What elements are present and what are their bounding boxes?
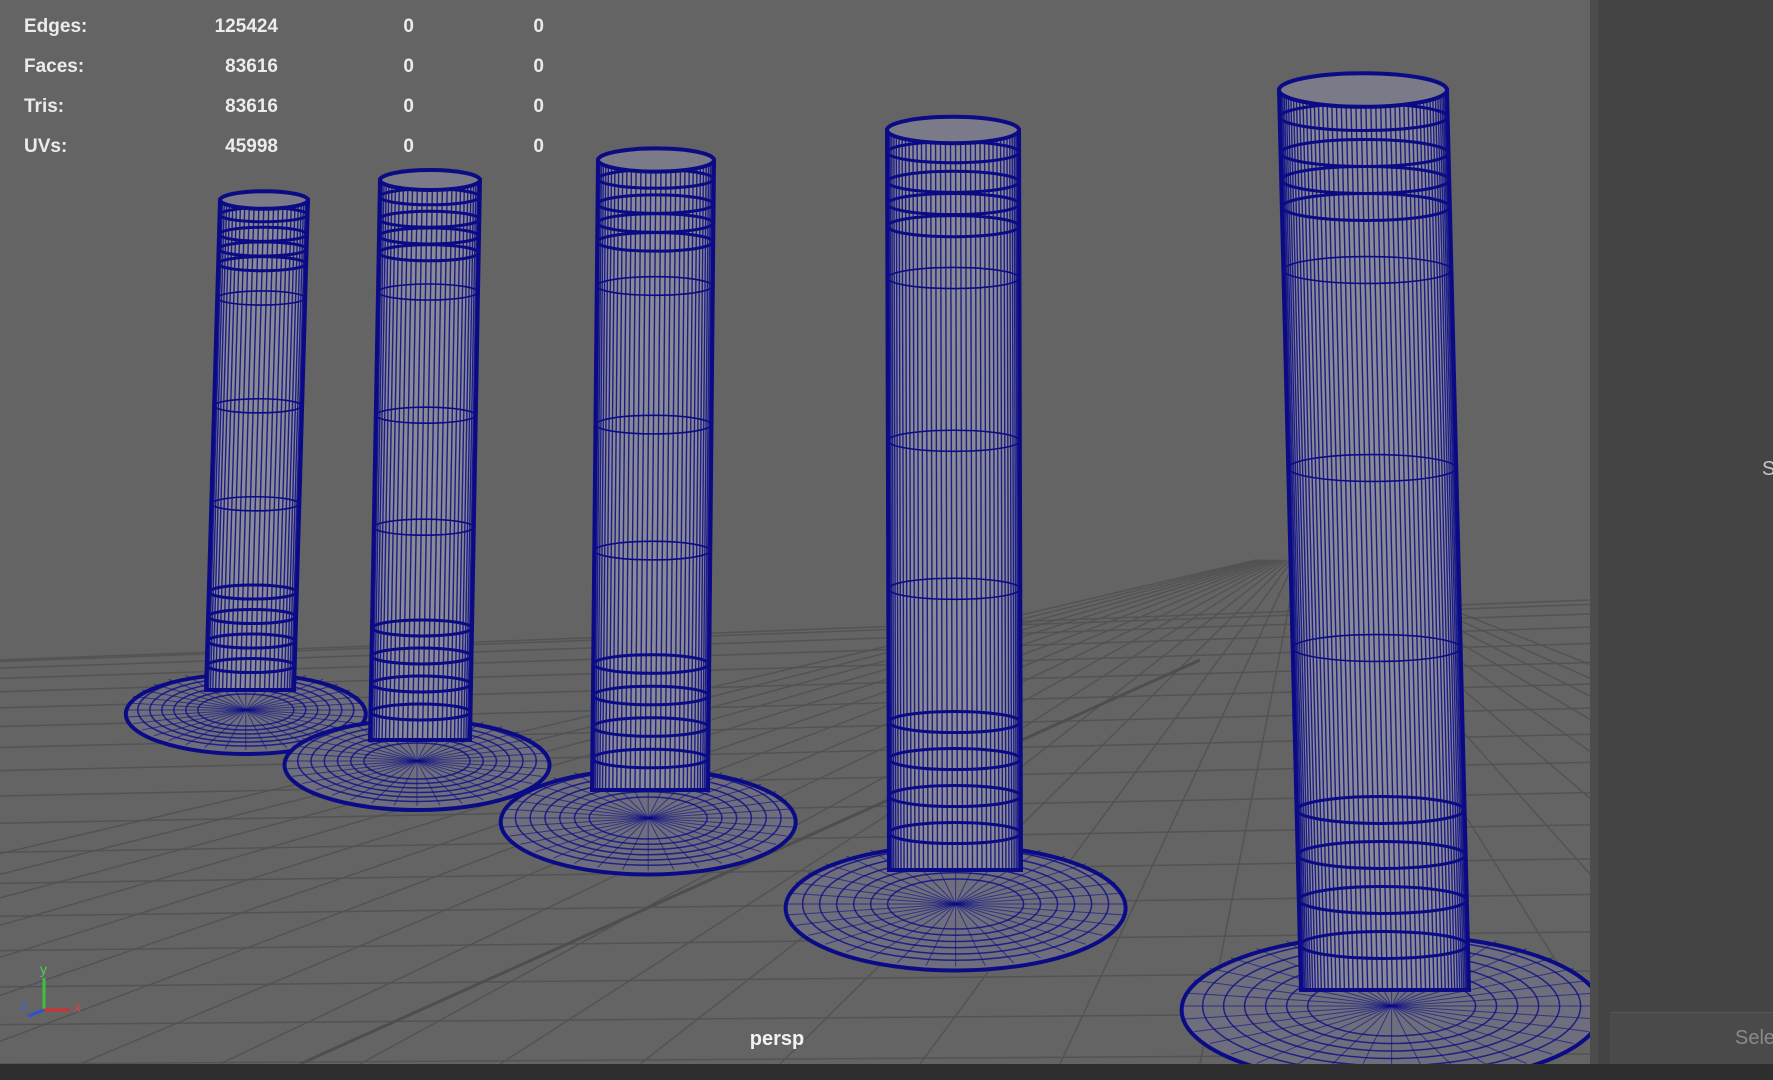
stat-value: 0: [533, 136, 544, 157]
stat-value: 0: [533, 56, 544, 77]
stat-label: Tris:: [24, 96, 65, 117]
stat-label: UVs:: [24, 136, 68, 157]
stat-value: 125424: [214, 16, 278, 37]
stat-row-tris: Tris: 83616 0 0: [24, 96, 544, 136]
axis-label-y: y: [40, 962, 47, 977]
axis-label-z: z: [20, 997, 27, 1013]
stat-value: 0: [403, 136, 414, 157]
panel-divider[interactable]: [1590, 0, 1598, 1064]
maya-window: Edges: 125424 0 0 Faces: 83616 0 0 Tris:…: [0, 0, 1773, 1080]
stat-value: 83616: [225, 56, 278, 77]
stat-value: 0: [403, 56, 414, 77]
stat-value: 0: [403, 16, 414, 37]
stat-value: 0: [533, 16, 544, 37]
stat-row-uvs: UVs: 45998 0 0: [24, 136, 544, 176]
heads-up-poly-count: Edges: 125424 0 0 Faces: 83616 0 0 Tris:…: [24, 16, 544, 176]
panel-text: S: [1762, 458, 1773, 480]
select-button[interactable]: Selec: [1610, 1012, 1773, 1065]
axis-label-x: x: [74, 999, 81, 1015]
select-button-label: Selec: [1735, 1027, 1773, 1049]
stat-label: Faces:: [24, 56, 85, 77]
side-panel: S Selec: [1598, 0, 1773, 1065]
camera-name-label: persp: [749, 1028, 805, 1050]
stat-row-faces: Faces: 83616 0 0: [24, 56, 544, 96]
stat-value: 0: [533, 96, 544, 117]
stat-row-edges: Edges: 125424 0 0: [24, 16, 544, 56]
stat-value: 45998: [225, 136, 278, 157]
axis-gizmo-icon: y z x: [20, 962, 81, 1018]
bottom-bar: [0, 1064, 1773, 1080]
bollard-meshes: [123, 71, 1590, 1064]
stat-value: 0: [403, 96, 414, 117]
stat-value: 83616: [225, 96, 278, 117]
perspective-viewport[interactable]: Edges: 125424 0 0 Faces: 83616 0 0 Tris:…: [0, 0, 1590, 1064]
stat-label: Edges:: [24, 16, 88, 37]
